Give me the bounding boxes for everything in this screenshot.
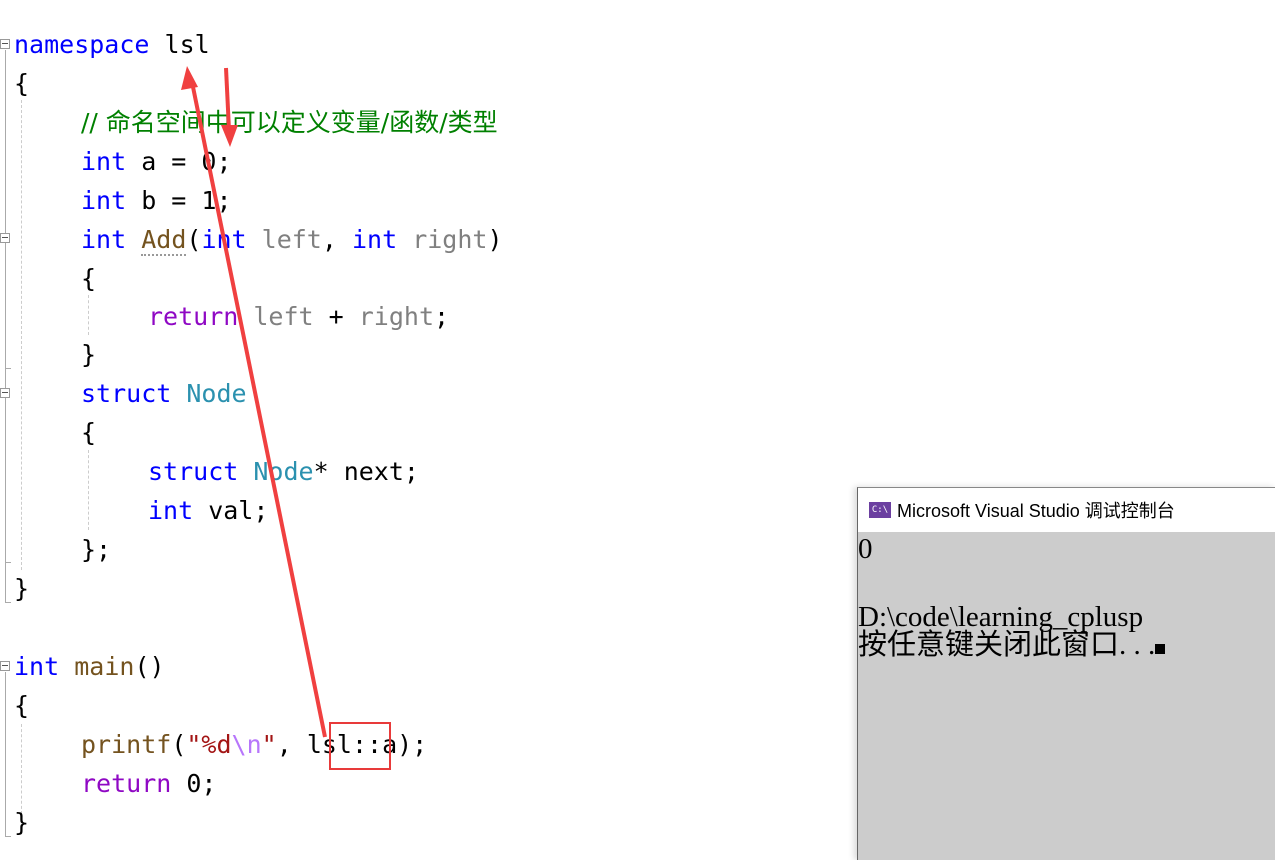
keyword: struct	[148, 457, 239, 486]
string-literal: "%d	[186, 730, 232, 759]
code-line: {	[81, 264, 97, 293]
keyword: namespace	[14, 30, 150, 59]
type-name: Node	[253, 457, 314, 486]
code-line-struct: struct Node	[81, 374, 247, 413]
parameter: left	[253, 302, 314, 331]
fold-toggle-namespace[interactable]	[0, 39, 10, 49]
indent-guide	[21, 724, 22, 814]
keyword: return	[148, 302, 239, 331]
code-line-next: struct Node* next;	[148, 452, 419, 491]
indent-guide	[88, 450, 89, 530]
indent-guide	[88, 295, 89, 335]
parameter: left	[261, 225, 322, 254]
type-name: Node	[186, 379, 247, 408]
code-line-main: int main()	[14, 647, 165, 686]
code-line: };	[81, 535, 112, 564]
console-title: Microsoft Visual Studio 调试控制台	[897, 501, 1175, 521]
console-title-bar[interactable]: C:\ Microsoft Visual Studio 调试控制台	[858, 488, 1275, 532]
console-line: 按任意键关闭此窗口. . .	[858, 628, 1275, 662]
function-name: main	[74, 652, 135, 681]
console-app-icon: C:\	[869, 502, 891, 518]
code-line-namespace: namespace lsl	[14, 25, 210, 64]
code-line: }	[81, 340, 97, 369]
fold-end	[5, 368, 11, 369]
fold-end	[5, 602, 11, 603]
fold-toggle-main[interactable]	[0, 661, 10, 671]
parameter: right	[358, 302, 435, 331]
fold-end	[5, 836, 11, 837]
fold-toggle-struct[interactable]	[0, 388, 10, 398]
namespace-name: lsl	[164, 30, 210, 59]
function-name: printf	[81, 730, 172, 759]
code-line-return: return left + right;	[148, 297, 449, 336]
keyword: return	[81, 769, 172, 798]
code-text: ,	[321, 225, 352, 254]
code-text: ,	[276, 730, 307, 759]
escape-sequence: \n	[231, 730, 262, 759]
code-text: )	[487, 225, 503, 254]
code-text: ()	[134, 652, 165, 681]
code-line: }	[14, 808, 30, 837]
console-output: 0 D:\code\learning_cplusp 按任意键关闭此窗口. . .	[858, 532, 1275, 662]
console-prompt: 按任意键关闭此窗口. . .	[858, 629, 1156, 661]
keyword: int	[201, 225, 247, 254]
code-line-add-signature: int Add(int left, int right)	[81, 220, 503, 259]
code-text: val;	[193, 496, 269, 525]
code-line-return-main: return 0;	[81, 764, 216, 803]
fold-line	[5, 50, 6, 602]
keyword: int	[81, 147, 127, 176]
code-text: b = 1;	[126, 186, 232, 215]
code-text: 0;	[171, 769, 217, 798]
keyword: int	[81, 225, 127, 254]
code-line: {	[14, 691, 30, 720]
code-text: (	[186, 225, 202, 254]
operator: +	[313, 302, 359, 331]
keyword: int	[14, 652, 60, 681]
cursor	[1155, 644, 1166, 654]
keyword: int	[351, 225, 398, 254]
keyword: struct	[81, 379, 172, 408]
highlight-box	[329, 722, 391, 770]
code-comment: // 命名空间中可以定义变量/函数/类型	[81, 108, 498, 137]
keyword: int	[81, 186, 127, 215]
code-line-var-a: int a = 0;	[81, 142, 232, 181]
code-line: {	[14, 69, 30, 98]
code-text: a = 0;	[126, 147, 232, 176]
function-name[interactable]: Add	[141, 225, 187, 256]
code-text: (	[171, 730, 187, 759]
code-text: ;	[434, 302, 450, 331]
code-text: * next;	[313, 457, 419, 486]
fold-end	[5, 562, 11, 563]
keyword: int	[148, 496, 194, 525]
debug-console-window[interactable]: C:\ Microsoft Visual Studio 调试控制台 0 D:\co…	[857, 487, 1275, 860]
indent-guide	[21, 100, 22, 570]
fold-line	[5, 672, 6, 836]
code-line-val: int val;	[148, 491, 268, 530]
code-line: }	[14, 574, 30, 603]
string-literal: "	[261, 730, 277, 759]
code-line: {	[81, 418, 97, 447]
console-line: 0	[858, 533, 873, 565]
fold-toggle-add[interactable]	[0, 233, 10, 243]
code-line-var-b: int b = 1;	[81, 181, 232, 220]
parameter: right	[412, 225, 488, 254]
